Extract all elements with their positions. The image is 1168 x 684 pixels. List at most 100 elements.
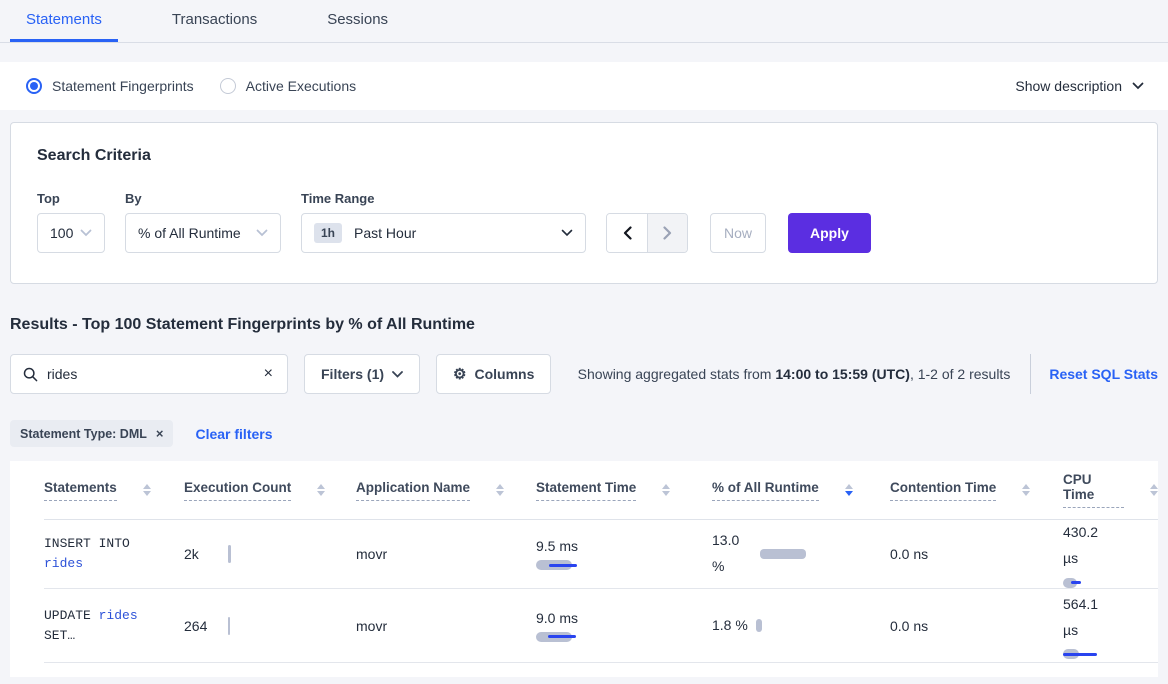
clear-filters-link[interactable]: Clear filters [195,426,272,442]
runtime-pct-value: 13.0 % [712,528,752,580]
top-select[interactable]: 100 [37,213,105,253]
radio-statement-fingerprints[interactable]: Statement Fingerprints [26,78,194,94]
search-icon [23,367,38,382]
by-value: % of All Runtime [138,225,241,241]
execution-count-value: 264 [184,618,228,634]
contention-time-value: 0.0 ns [890,546,1063,562]
execution-count-bar [228,545,231,563]
results-heading: Results - Top 100 Statement Fingerprints… [10,316,1158,334]
card-title: Search Criteria [37,147,1131,165]
chevron-right-icon [663,226,672,240]
table-row[interactable]: INSERT INTO rides 2k movr 9.5 ms 13.0 % … [44,520,1158,589]
tab-transactions[interactable]: Transactions [156,0,273,42]
apply-button[interactable]: Apply [788,213,871,253]
statement-fingerprint: UPDATE rides SET… [44,606,160,646]
top-value: 100 [50,225,73,241]
filter-chip-label: Statement Type: DML [20,427,147,441]
gear-icon: ⚙ [453,365,466,383]
radio-label: Statement Fingerprints [52,78,194,94]
next-time-button[interactable] [647,214,687,252]
sort-icon[interactable] [1150,484,1158,496]
sort-icon[interactable] [1022,484,1030,496]
time-range-badge: 1h [314,223,342,243]
sort-icon[interactable] [143,484,151,496]
by-select[interactable]: % of All Runtime [125,213,281,253]
top-label: Top [37,191,105,206]
radio-unselected-icon[interactable] [220,78,236,94]
aggregated-stats-text: Showing aggregated stats from 14:00 to 1… [578,366,1011,382]
execution-count-value: 2k [184,546,228,562]
stats-time-range: 14:00 to 15:59 (UTC) [775,366,910,382]
col-header-contention-time[interactable]: Contention Time [890,480,1063,501]
statement-time-bar [536,560,712,570]
remove-filter-icon[interactable]: × [156,426,164,441]
cpu-time-value: 430.2 µs [1063,520,1111,572]
filters-label: Filters (1) [321,366,384,382]
cpu-time-bar [1063,649,1158,659]
radio-active-executions[interactable]: Active Executions [220,78,357,94]
filter-chip-statement-type[interactable]: Statement Type: DML × [10,420,173,447]
sort-icon-active[interactable] [845,484,853,496]
sort-icon[interactable] [496,484,504,496]
runtime-pct-bar [756,619,762,632]
cpu-time-value: 564.1 µs [1063,592,1111,644]
time-range-select[interactable]: 1h Past Hour [301,213,586,253]
by-field: By % of All Runtime [125,191,281,253]
col-header-cpu-time[interactable]: CPU Time [1063,472,1158,508]
now-button[interactable]: Now [710,213,766,253]
runtime-pct-value: 1.8 % [712,613,748,639]
cpu-time-bar [1063,578,1158,588]
search-input[interactable] [47,366,262,382]
statement-link[interactable]: rides [44,556,83,571]
sort-icon[interactable] [662,484,670,496]
statement-time-value: 9.5 ms [536,538,712,554]
col-header-statements[interactable]: Statements [44,480,184,501]
sort-icon[interactable] [317,484,325,496]
sql-activity-tabs: Statements Transactions Sessions [0,0,1168,43]
results-controls-row: × Filters (1) ⚙ Columns Showing aggregat… [10,354,1158,394]
chevron-down-icon [256,229,268,237]
statement-time-value: 9.0 ms [536,610,712,626]
table-header-row: Statements Execution Count Application N… [44,461,1158,520]
statement-search-box[interactable]: × [10,354,288,394]
chevron-left-icon [623,226,632,240]
contention-time-value: 0.0 ns [890,618,1063,634]
statement-fingerprint: INSERT INTO rides [44,534,160,574]
time-nav-group [606,213,688,253]
show-description-toggle[interactable]: Show description [1015,78,1144,94]
top-field: Top 100 [37,191,105,253]
active-filters-row: Statement Type: DML × Clear filters [10,420,1158,447]
runtime-pct-bar [760,549,806,559]
by-label: By [125,191,281,206]
columns-label: Columns [474,366,534,382]
tab-statements[interactable]: Statements [10,0,118,42]
statement-time-bar [536,632,712,642]
radio-selected-icon[interactable] [26,78,42,94]
statement-link[interactable]: rides [99,608,138,623]
divider [1030,354,1031,394]
execution-count-bar [228,617,230,635]
col-header-application-name[interactable]: Application Name [356,480,536,501]
time-range-label: Time Range [301,191,586,206]
application-name-value: movr [356,618,536,634]
col-header-runtime-pct[interactable]: % of All Runtime [712,480,890,501]
statements-table: Statements Execution Count Application N… [10,461,1158,677]
search-criteria-card: Search Criteria Top 100 By % of All Runt… [10,122,1158,284]
chevron-down-icon [392,371,403,378]
time-range-field: Time Range 1h Past Hour [301,191,586,253]
prev-time-button[interactable] [607,214,647,252]
clear-search-icon[interactable]: × [262,365,275,383]
tab-sessions[interactable]: Sessions [311,0,404,42]
view-toggle-row: Statement Fingerprints Active Executions… [0,62,1168,110]
col-header-statement-time[interactable]: Statement Time [536,480,712,501]
application-name-value: movr [356,546,536,562]
col-header-execution-count[interactable]: Execution Count [184,480,356,501]
reset-sql-stats-link[interactable]: Reset SQL Stats [1049,366,1158,382]
table-row[interactable]: UPDATE rides SET… 264 movr 9.0 ms 1.8 % … [44,589,1158,663]
chevron-down-icon [1132,82,1144,90]
filters-button[interactable]: Filters (1) [304,354,420,394]
chevron-down-icon [561,229,573,237]
chevron-down-icon [80,229,92,237]
time-range-value: Past Hour [354,225,416,241]
columns-button[interactable]: ⚙ Columns [436,354,551,394]
